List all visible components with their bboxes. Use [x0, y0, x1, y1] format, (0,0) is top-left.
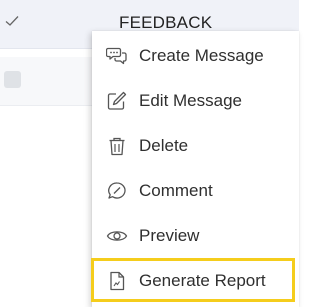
menu-item-comment[interactable]: Comment	[92, 169, 299, 213]
menu-item-delete[interactable]: Delete	[92, 124, 299, 168]
menu-item-edit-message[interactable]: Edit Message	[92, 79, 299, 123]
menu-item-label: Create Message	[139, 46, 264, 65]
checkmark-icon[interactable]	[4, 13, 20, 29]
menu-item-label: Comment	[139, 181, 213, 200]
menu-item-label: Delete	[139, 136, 189, 155]
page: FEEDBACK Create Message Edit Message Del…	[0, 0, 299, 307]
menu-item-label: Preview	[139, 226, 200, 245]
report-file-icon	[110, 271, 125, 291]
chat-bubbles-icon	[106, 47, 127, 65]
menu-item-label: Edit Message	[139, 91, 242, 110]
eye-icon	[106, 231, 128, 241]
menu-item-generate-report[interactable]: Generate Report	[92, 259, 299, 303]
comment-icon	[108, 182, 126, 199]
context-menu: Create Message Edit Message Delete Comme…	[92, 31, 299, 307]
edit-pencil-icon	[107, 91, 127, 110]
column-title-feedback[interactable]: FEEDBACK	[119, 13, 212, 33]
menu-item-create-message[interactable]: Create Message	[92, 34, 299, 78]
row-checkbox[interactable]	[4, 71, 21, 88]
trash-icon	[109, 137, 125, 156]
menu-item-preview[interactable]: Preview	[92, 214, 299, 258]
menu-item-label: Generate Report	[139, 271, 266, 290]
